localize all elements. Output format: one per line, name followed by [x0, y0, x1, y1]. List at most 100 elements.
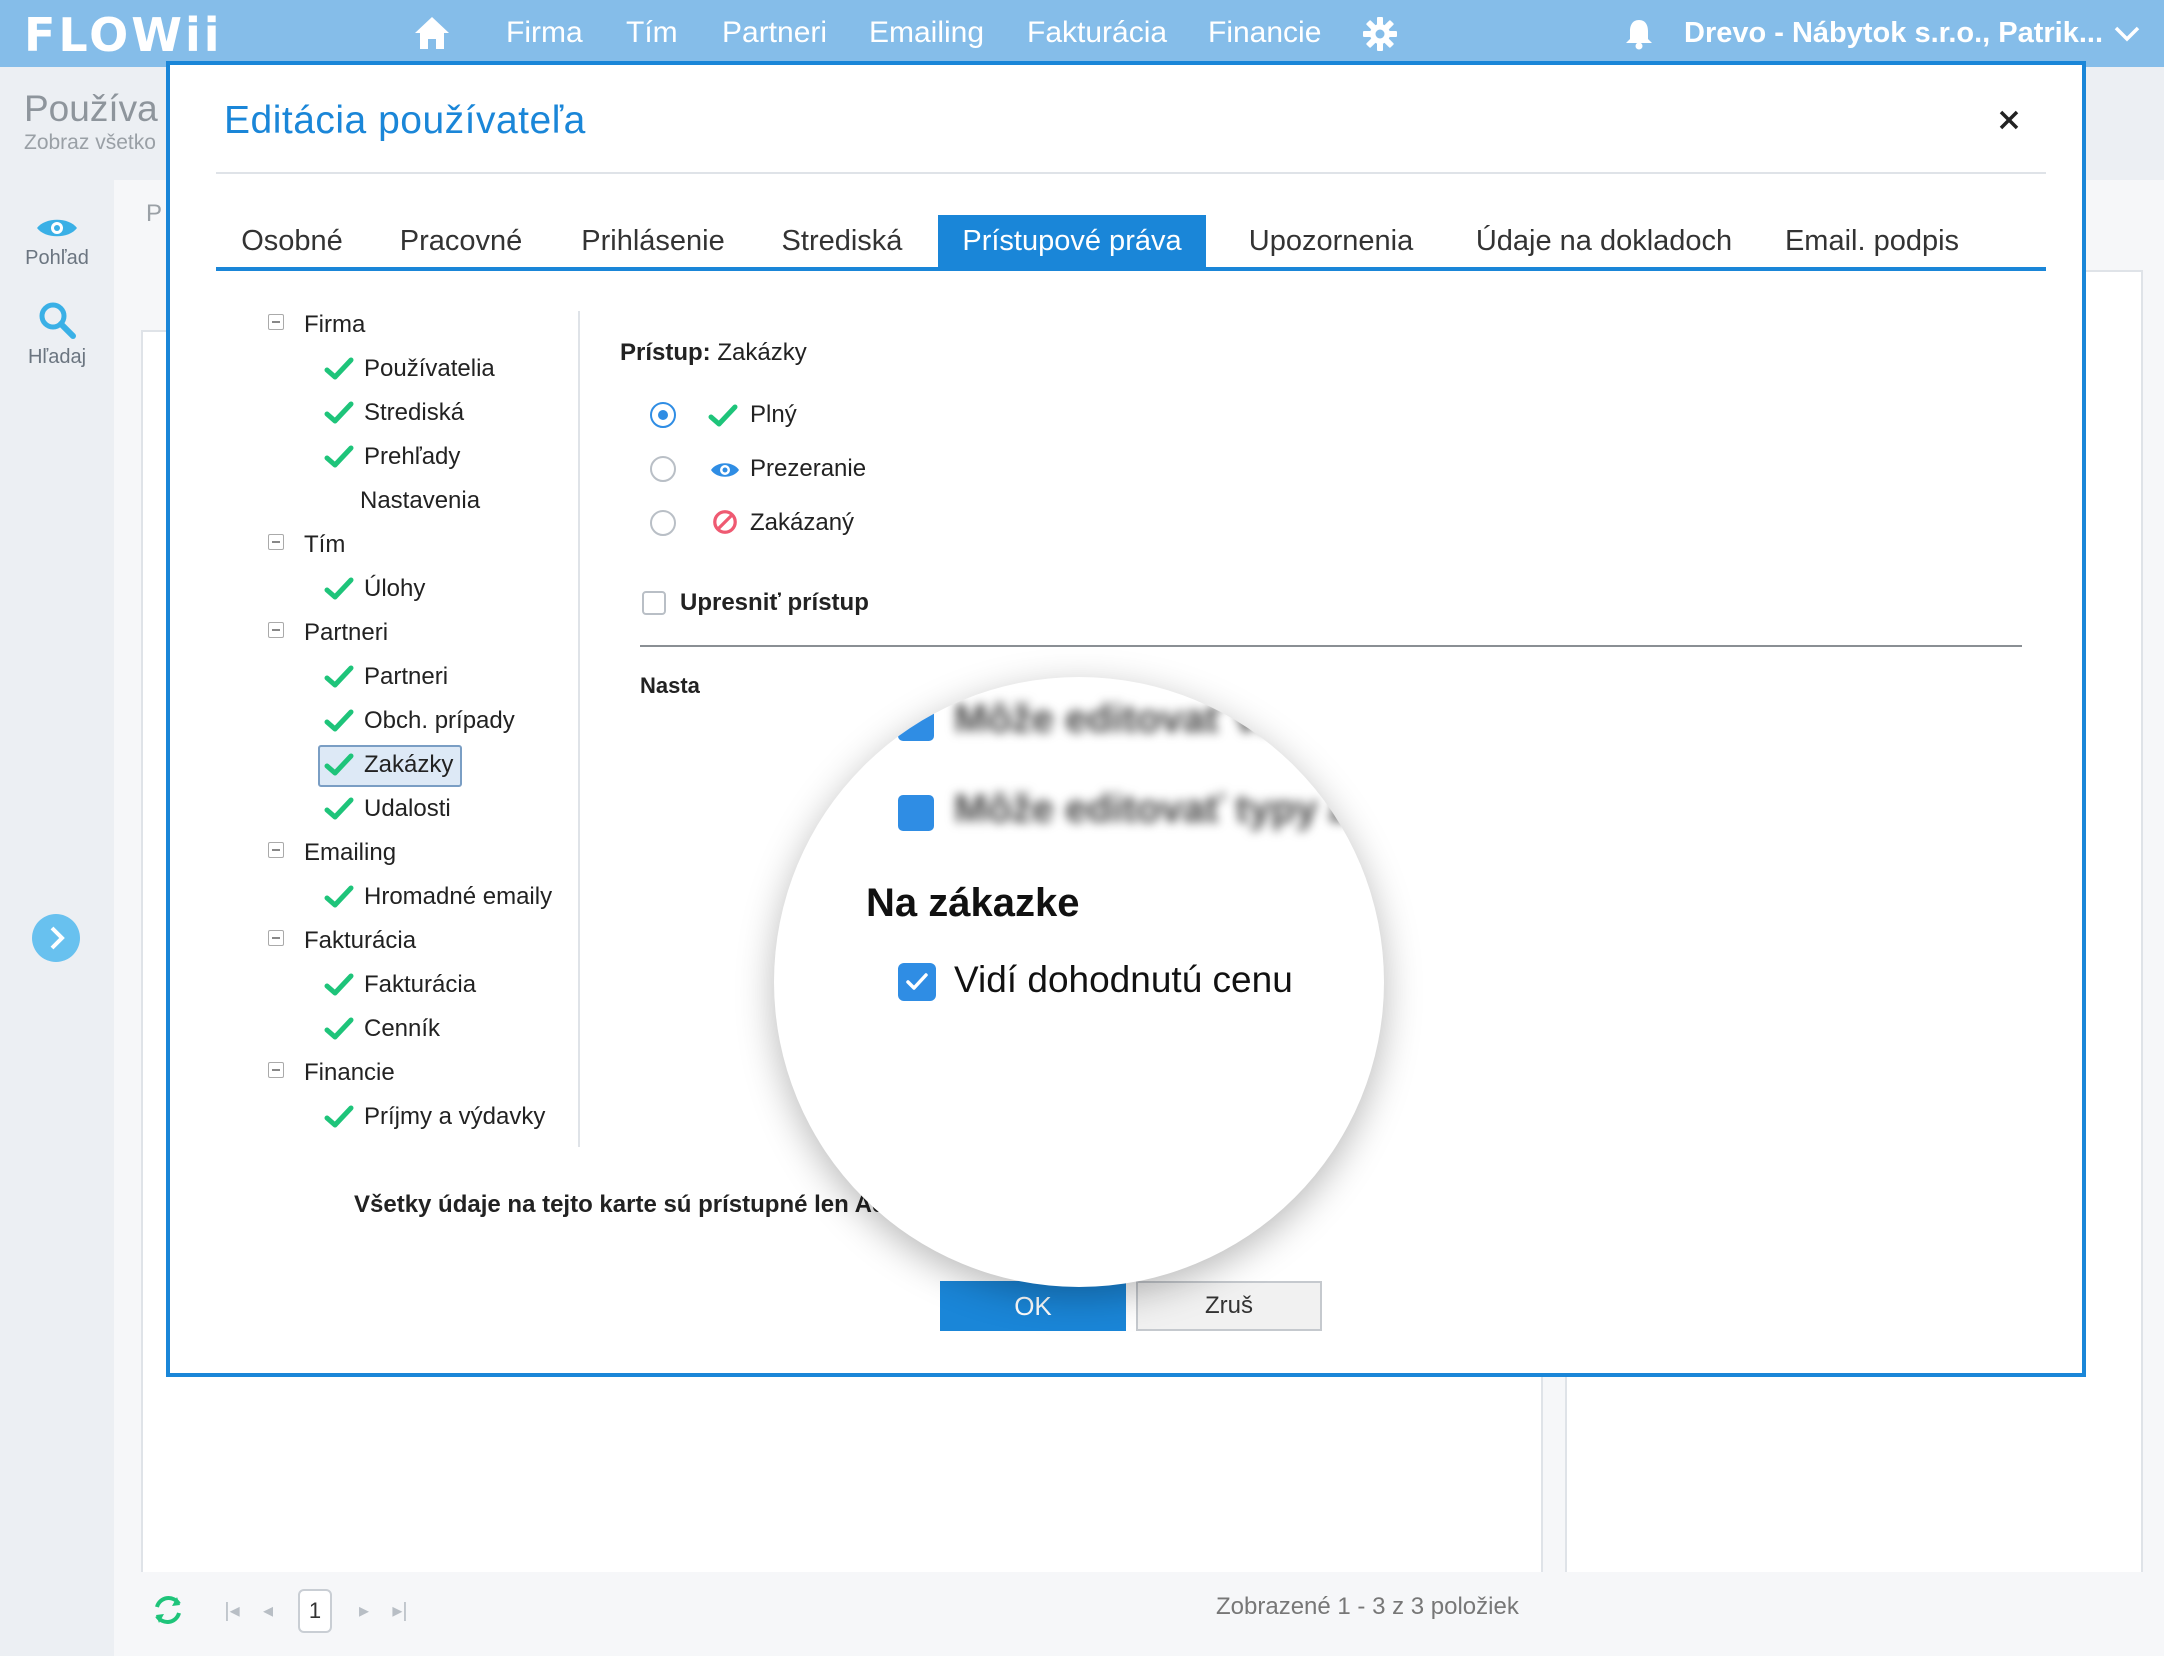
tree-item-label: Zakázky — [364, 751, 454, 778]
tree-item-label: Úlohy — [364, 575, 426, 602]
nav-fakturacia[interactable]: Fakturácia — [1027, 16, 1167, 50]
check-icon — [324, 357, 354, 380]
tab-strediska[interactable]: Strediská — [760, 215, 924, 267]
chevron-down-icon[interactable] — [2112, 24, 2142, 44]
check-icon — [708, 404, 738, 427]
collapse-icon[interactable] — [268, 930, 284, 946]
close-icon[interactable] — [1994, 105, 2024, 135]
settings-heading: Nasta — [640, 673, 700, 698]
specify-access-label: Upresniť prístup — [680, 589, 869, 616]
check-icon — [324, 797, 354, 820]
access-value: Zakázky — [717, 339, 807, 366]
negotiated-price-label: Vidí dohodnutú cenu — [954, 959, 1293, 1000]
checkmark-icon — [906, 973, 928, 990]
access-heading: Prístup: Zakázky — [620, 339, 807, 367]
specify-access-checkbox[interactable] — [642, 591, 666, 615]
nav-tim[interactable]: Tím — [626, 16, 678, 50]
tree-item-label: Obch. prípady — [364, 707, 515, 734]
check-icon — [324, 753, 354, 776]
sidebar-item-label: Pohľad — [25, 247, 89, 269]
tree-group-label: Fakturácia — [304, 927, 417, 954]
pager-info: Zobrazené 1 - 3 z 3 položiek — [1216, 1593, 1519, 1620]
home-icon[interactable] — [412, 14, 452, 52]
collapse-icon[interactable] — [268, 534, 284, 550]
background-header-text: P — [146, 200, 163, 227]
tree-group-label: Financie — [304, 1059, 395, 1086]
gear-icon[interactable] — [1362, 16, 1398, 52]
sidebar-item-search[interactable]: Hľadaj — [0, 300, 114, 369]
pager-bar — [114, 1572, 2164, 1656]
first-page-icon[interactable]: |◂ — [220, 1598, 244, 1622]
order-section-heading: Na zákazke — [866, 881, 1080, 925]
page-title: Používa — [24, 88, 158, 129]
tab-upozornenia[interactable]: Upozornenia — [1216, 215, 1446, 267]
radio-view-access-label: Prezeranie — [750, 455, 867, 482]
blurred-option: Môže editovať typy a p — [954, 787, 1384, 831]
collapse-icon[interactable] — [268, 1062, 284, 1078]
check-icon — [324, 445, 354, 468]
tree-item-label: Používatelia — [364, 355, 495, 382]
sidebar-expand-button[interactable] — [32, 914, 80, 962]
edit-user-dialog: Editácia používateľa Osobné Pracovné Pri… — [166, 61, 2086, 1377]
check-icon — [324, 709, 354, 732]
check-icon — [324, 665, 354, 688]
top-navigation-bar: FLOWii Firma Tím Partneri Emailing Faktu… — [0, 0, 2164, 67]
magnifier-lens: Môže editovať vz Môže editovať typy a p … — [774, 677, 1384, 1287]
bell-icon[interactable] — [1622, 17, 1656, 51]
check-icon — [324, 1105, 354, 1128]
check-icon — [324, 973, 354, 996]
blurred-option: Môže editovať vz — [954, 697, 1278, 741]
check-icon — [324, 1017, 354, 1040]
tree-item-label: Prehľady — [364, 443, 461, 470]
company-user-menu[interactable]: Drevo - Nábytok s.r.o., Patrik... — [1684, 17, 2103, 50]
tree-item-label: Udalosti — [364, 795, 451, 822]
show-all-link[interactable]: Zobraz všetko — [24, 131, 156, 155]
eye-icon — [711, 463, 739, 477]
next-page-icon[interactable]: ▸ — [352, 1598, 376, 1622]
tab-pracovne[interactable]: Pracovné — [376, 215, 546, 267]
cancel-button[interactable]: Zruš — [1136, 1281, 1322, 1331]
check-icon — [324, 401, 354, 424]
refresh-icon[interactable] — [150, 1592, 186, 1628]
dialog-title: Editácia používateľa — [224, 99, 586, 142]
app-logo[interactable]: FLOWii — [24, 8, 222, 62]
nav-partneri[interactable]: Partneri — [722, 16, 827, 50]
tab-email-podpis[interactable]: Email. podpis — [1762, 215, 1982, 267]
last-page-icon[interactable]: ▸| — [388, 1598, 412, 1622]
tree-item-label: Cenník — [364, 1015, 441, 1042]
radio-forbidden-access[interactable] — [650, 510, 676, 536]
tree-group-label: Firma — [304, 311, 366, 338]
check-icon — [324, 885, 354, 908]
radio-full-access[interactable] — [650, 402, 676, 428]
sidebar-item-label: Hľadaj — [27, 346, 87, 368]
nav-financie[interactable]: Financie — [1208, 16, 1321, 50]
collapse-icon[interactable] — [268, 842, 284, 858]
access-label: Prístup: — [620, 339, 711, 366]
blurred-checkbox — [898, 705, 934, 741]
prev-page-icon[interactable]: ◂ — [256, 1598, 280, 1622]
tab-pristupove-prava[interactable]: Prístupové práva — [938, 215, 1206, 267]
nav-firma[interactable]: Firma — [506, 16, 583, 50]
radio-view-access[interactable] — [650, 456, 676, 482]
specify-divider — [640, 645, 2022, 647]
nav-emailing[interactable]: Emailing — [869, 16, 984, 50]
tab-osobne[interactable]: Osobné — [216, 215, 368, 267]
tab-prihlasenie[interactable]: Prihlásenie — [553, 215, 753, 267]
tree-item-label: Partneri — [364, 663, 449, 690]
chevron-right-icon — [50, 926, 65, 950]
sidebar-item-view[interactable]: Pohľad — [0, 215, 114, 270]
collapse-icon[interactable] — [268, 314, 284, 330]
blurred-checkbox — [898, 795, 934, 831]
ok-button[interactable]: OK — [940, 1281, 1126, 1331]
radio-forbidden-access-label: Zakázaný — [750, 509, 855, 536]
collapse-icon[interactable] — [268, 622, 284, 638]
negotiated-price-checkbox[interactable] — [898, 963, 936, 1001]
current-page[interactable]: 1 — [298, 1589, 332, 1633]
tree-group-label: Emailing — [304, 839, 397, 866]
tab-udaje-na-dokladoch[interactable]: Údaje na dokladoch — [1454, 215, 1754, 267]
tree-item-label: Hromadné emaily — [364, 883, 553, 910]
check-icon — [324, 577, 354, 600]
eye-icon — [37, 219, 77, 237]
tree-group-label: Tím — [304, 531, 346, 558]
radio-full-access-label: Plný — [750, 401, 797, 428]
